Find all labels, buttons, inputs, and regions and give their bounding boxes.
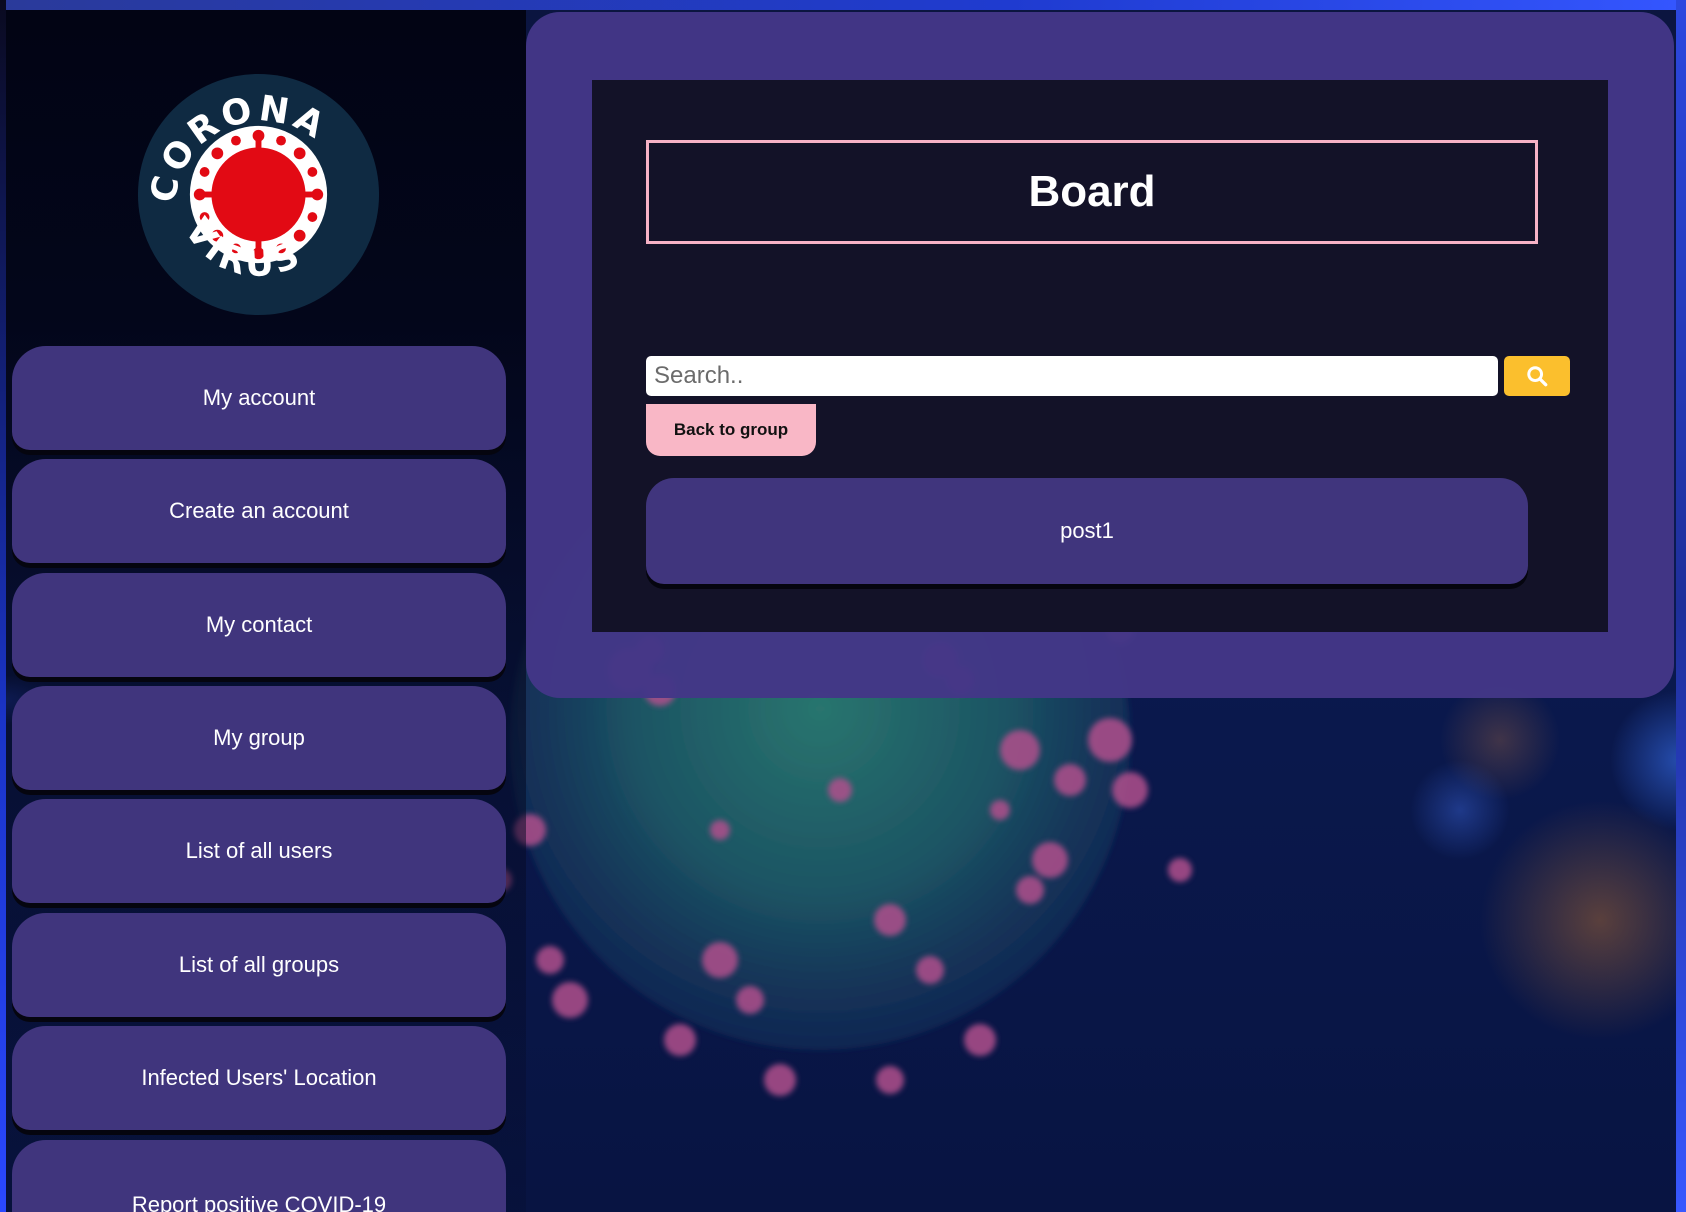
sidebar-item-label: My group [213,725,305,750]
window-top-border [0,0,1686,10]
back-to-group-button[interactable]: Back to group [646,404,816,456]
board-container: Board Back to group post1 [592,80,1608,632]
sidebar-item-infected-location[interactable]: Infected Users' Location [12,1026,506,1130]
sidebar-item-label: My contact [205,612,313,637]
sidebar-item-my-account[interactable]: My account [12,346,506,450]
search-input[interactable] [646,356,1498,396]
sidebar-item-label: My account [202,385,316,410]
post-title: post1 [1060,518,1114,543]
sidebar-item-label: List of all users [185,838,333,863]
sidebar-item-label: List of all groups [178,952,340,977]
sidebar: CORONA VIRUS My account Create an accoun… [6,10,526,1212]
post-item[interactable]: post1 [646,478,1528,584]
sidebar-item-all-users[interactable]: List of all users [12,799,506,903]
corona-virus-logo: CORONA VIRUS [137,73,380,316]
search-button[interactable] [1504,356,1570,396]
back-to-group-label: Back to group [673,420,789,439]
search-icon [1527,366,1548,387]
sidebar-item-label: Infected Users' Location [141,1065,377,1090]
sidebar-item-all-groups[interactable]: List of all groups [12,913,506,1017]
window-right-border [1676,0,1686,1212]
sidebar-item-label: Report positive COVID-19 [131,1192,387,1212]
sidebar-item-label: Create an account [169,498,349,523]
main-panel: Board Back to group post1 [526,12,1674,698]
sidebar-item-create-account[interactable]: Create an account [12,459,506,563]
board-title-box: Board [646,140,1538,244]
sidebar-item-report-positive[interactable]: Report positive COVID-19 [12,1140,506,1212]
sidebar-item-my-contact[interactable]: My contact [12,573,506,677]
page-title: Board [1028,167,1156,216]
sidebar-item-my-group[interactable]: My group [12,686,506,790]
